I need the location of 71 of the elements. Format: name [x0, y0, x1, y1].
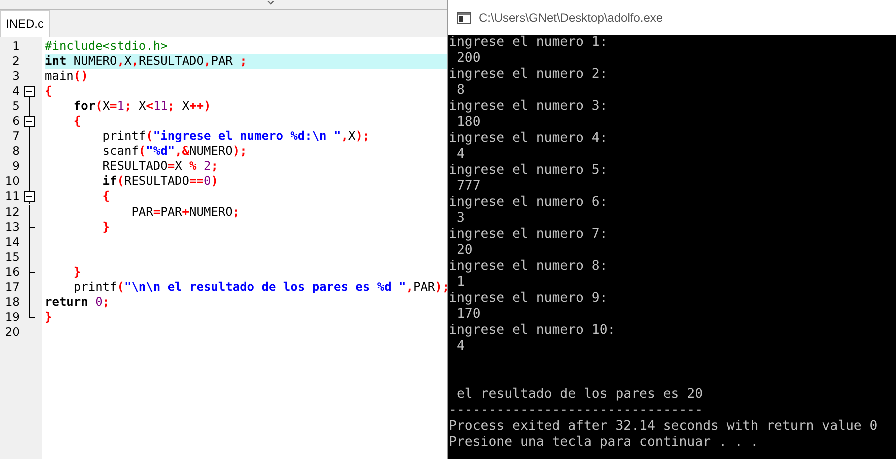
line-number: 20 [4, 324, 20, 340]
line-number: 2 [12, 54, 20, 70]
line-number: 12 [4, 204, 20, 220]
line-number: 4 [12, 84, 20, 100]
code-line: main() [45, 69, 88, 84]
console-line: ingrese el numero 5: [448, 163, 609, 179]
window-title: C:\Users\GNet\Desktop\adolfo.exe [479, 10, 664, 24]
console-line: 20 [456, 243, 474, 259]
code-line: } [45, 310, 52, 325]
line-number: 17 [4, 280, 20, 295]
code-line: PAR=PAR+NUMERO; [130, 204, 240, 220]
line-number: 9 [12, 159, 20, 174]
line-number: 3 [12, 69, 20, 84]
line-number: 14 [4, 234, 20, 250]
line-number: 6 [12, 114, 20, 130]
console-line: 777 [456, 179, 482, 195]
code-line: { [45, 84, 52, 100]
console-line: 180 [456, 115, 482, 131]
chevron-icon[interactable] [267, 1, 275, 6]
console-line: 200 [456, 51, 482, 67]
code-line: { [72, 114, 82, 130]
console-line: 4 [456, 339, 466, 355]
line-number: 18 [4, 294, 20, 310]
console-line: ingrese el numero 2: [448, 67, 609, 83]
line-number: 10 [4, 174, 20, 190]
console-line: Process exited after 32.14 seconds with return value 0 [448, 419, 879, 435]
code-line: int NUMERO,X,RESULTADO,PAR ; [45, 54, 248, 70]
collapse-icon[interactable] [24, 114, 35, 130]
console-line: ingrese el numero 7: [448, 227, 609, 243]
console-line: el resultado de los pares es 20 [456, 387, 704, 403]
line-number: 19 [4, 310, 20, 325]
console-line: ingrese el numero 3: [448, 99, 609, 115]
line-number: 5 [12, 99, 20, 114]
console-line: ingrese el numero 4: [448, 131, 609, 147]
console-line: ingrese el numero 6: [448, 195, 609, 211]
console-line: ingrese el numero 1: [448, 35, 609, 51]
code-line: } [102, 220, 110, 235]
code-line: printf("ingrese el numero %d:\n ",X); [102, 129, 370, 144]
console-app-icon [457, 12, 471, 24]
line-number: 13 [4, 220, 20, 235]
console-line: ingrese el numero 10: [448, 323, 617, 339]
code-line: scanf("%d",&NUMERO); [102, 144, 248, 160]
fold-end-icon [29, 264, 35, 273]
code-line: } [72, 264, 82, 280]
line-number: 8 [12, 144, 20, 160]
console-line: 1 [456, 275, 466, 291]
console-line: ingrese el numero 9: [448, 291, 609, 307]
fold-end-icon [29, 220, 35, 228]
console-line: 3 [456, 211, 466, 227]
console-line: 8 [456, 83, 466, 99]
code-line: return 0; [45, 294, 110, 310]
code-line: printf("\n\n el resultado de los pares es %d ",PAR); [72, 280, 450, 295]
line-number: 7 [12, 129, 20, 144]
line-number: 1 [12, 39, 20, 54]
line-number: 11 [4, 189, 20, 205]
collapse-icon[interactable] [24, 189, 35, 204]
code-line: #include<stdio.h> [45, 39, 168, 54]
console-line: Presione una tecla para continuar . . . [448, 435, 760, 451]
code-line: RESULTADO=X % 2; [102, 159, 218, 174]
line-number: 15 [4, 250, 20, 265]
fold-end-icon [29, 310, 35, 318]
collapse-icon[interactable] [24, 84, 35, 100]
console-line: ingrese el numero 8: [448, 259, 609, 275]
file-tab[interactable]: INED.c [0, 10, 50, 37]
code-line: if(RESULTADO==0) [102, 174, 218, 190]
console-line: 170 [456, 307, 482, 323]
code-line: for(X=1; X<11; X++) [72, 99, 212, 114]
code-line: { [102, 189, 110, 205]
line-number: 16 [4, 264, 20, 280]
console-line: 4 [456, 147, 466, 163]
console-line: -------------------------------- [448, 403, 704, 419]
